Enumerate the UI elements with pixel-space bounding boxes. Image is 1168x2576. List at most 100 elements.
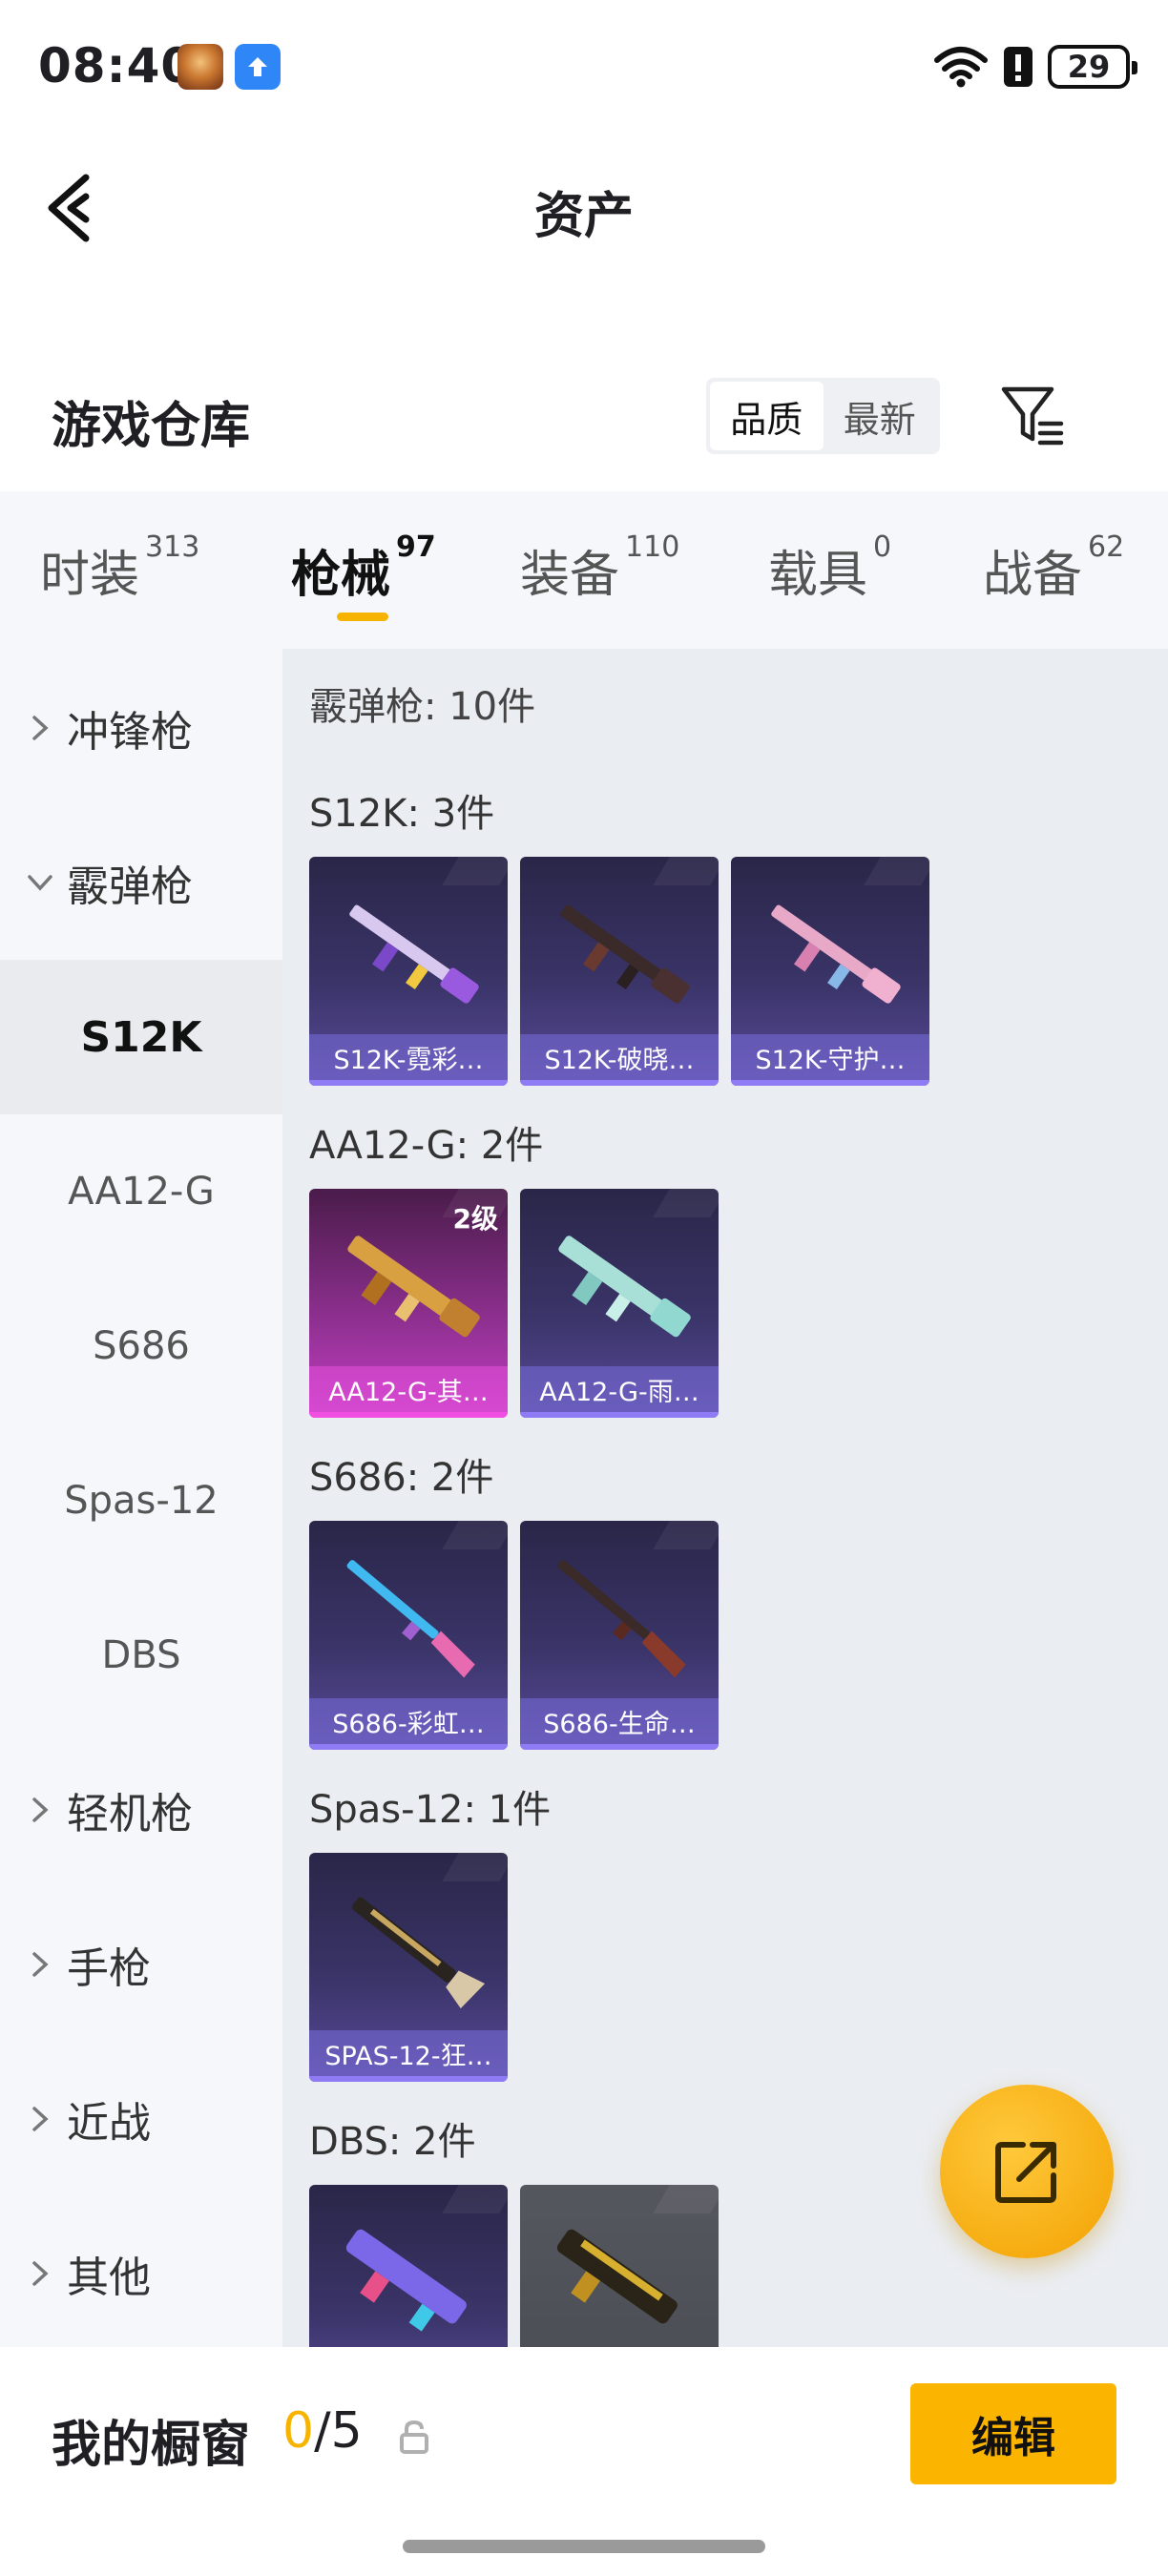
lock-icon	[400, 2420, 428, 2454]
tab-fashion[interactable]: 时装 313	[40, 530, 199, 606]
sidebar-item-label: 霰弹枪	[67, 862, 193, 911]
group-title: S12K: 3件	[309, 792, 495, 836]
weapon-skin-card[interactable]: SPAS-12-狂…	[309, 1853, 508, 2082]
sidebar-subitem-s12k[interactable]: S12K	[0, 960, 282, 1114]
rifle-icon	[771, 904, 901, 1004]
weapon-skin-name: S12K-破晓…	[520, 1034, 719, 1080]
chevron-down-icon	[0, 873, 67, 892]
status-time: 08:40	[38, 38, 196, 93]
chevron-right-icon	[0, 1796, 67, 1824]
weapon-skin-card[interactable]: S12K-霓彩…	[309, 857, 508, 1086]
tab-firearms[interactable]: 枪械 97	[291, 530, 436, 606]
sidebar-subitem-aa12g[interactable]: AA12-G	[0, 1114, 282, 1269]
tab-label: 装备	[520, 547, 620, 604]
sidebar-item-label: 手枪	[67, 1944, 151, 1993]
weapon-skin-name: AA12-G-其…	[309, 1366, 508, 1412]
edit-button[interactable]: 编辑	[910, 2383, 1116, 2484]
sidebar-item-label: 轻机枪	[67, 1790, 193, 1839]
sidebar-subitem-dbs[interactable]: DBS	[0, 1578, 282, 1733]
tab-count: 62	[1088, 530, 1125, 564]
shotgun-icon	[557, 1560, 686, 1678]
share-external-icon	[995, 2142, 1056, 2203]
tab-vehicles[interactable]: 载具 0	[768, 530, 891, 606]
rifle-icon	[558, 1236, 691, 1338]
weapon-skin-name: S686-彩虹…	[309, 1698, 508, 1744]
page-title: 资产	[533, 188, 634, 245]
game-app-icon	[177, 44, 223, 90]
tab-label: 时装	[40, 547, 140, 604]
weapon-skin-name: AA12-G-雨…	[520, 1366, 719, 1412]
weapon-skin-card[interactable]	[309, 2185, 508, 2347]
weapon-skin-card[interactable]	[520, 2185, 719, 2347]
battery-indicator: 29	[1048, 45, 1137, 89]
sidebar-item-label: 冲锋枪	[67, 708, 193, 757]
sidebar-item-pistol[interactable]: 手枪	[0, 1887, 282, 2042]
category-tabs: 时装 313 枪械 97 装备 110 载具 0 战备 62	[0, 491, 1168, 649]
warehouse-title: 游戏仓库	[52, 398, 251, 455]
showcase-total: /5	[314, 2402, 363, 2460]
weapon-skin-card[interactable]: S686-彩虹…	[309, 1521, 508, 1750]
shotgun-icon	[556, 2229, 678, 2324]
sidebar-item-label: 其他	[67, 2254, 151, 2302]
sidebar-item-smg[interactable]: 冲锋枪	[0, 651, 282, 805]
status-bar: 08:40 29	[0, 0, 1168, 134]
active-tab-indicator	[337, 613, 388, 621]
home-indicator[interactable]	[403, 2540, 765, 2553]
weapon-skin-card[interactable]: S12K-破晓…	[520, 857, 719, 1086]
weapon-skin-name: S12K-守护…	[731, 1034, 929, 1080]
showcase-current-count: 0	[282, 2402, 315, 2460]
filter-icon	[1001, 386, 1064, 446]
tab-count: 313	[145, 530, 200, 564]
rifle-icon	[349, 904, 479, 1004]
tab-count: 97	[396, 530, 436, 564]
tab-count: 0	[873, 530, 892, 564]
chevron-right-icon	[0, 2259, 67, 2288]
top-nav-bar: 资产	[0, 134, 1168, 277]
category-summary: 霰弹枪: 10件	[309, 685, 536, 729]
sort-by-newest-button[interactable]: 最新	[824, 382, 937, 450]
group-title: S686: 2件	[309, 1456, 494, 1500]
weapon-skin-name: S686-生命…	[520, 1698, 719, 1744]
sidebar-item-melee[interactable]: 近战	[0, 2042, 282, 2196]
chevron-right-icon	[0, 1950, 67, 1979]
weapon-type-sidebar: 冲锋枪 霰弹枪 S12K AA12-G S686 Spas-12 DBS 轻机枪…	[0, 649, 282, 2347]
shotgun-icon	[346, 1560, 475, 1678]
weapon-skin-card[interactable]: S12K-守护…	[731, 857, 929, 1086]
weapon-skin-card[interactable]: AA12-G-雨…	[520, 1189, 719, 1418]
showcase-title: 我的橱窗	[52, 2417, 251, 2474]
sort-toggle: 品质 最新	[706, 378, 940, 454]
shotgun-icon	[351, 1897, 486, 2009]
status-icons: 29	[933, 42, 1137, 92]
tab-label: 载具	[768, 547, 868, 604]
rifle-icon	[347, 1236, 480, 1338]
chevron-right-icon	[0, 714, 67, 742]
weapon-skin-card[interactable]: S686-生命…	[520, 1521, 719, 1750]
tab-label: 枪械	[291, 547, 391, 604]
tab-label: 战备	[983, 547, 1083, 604]
sidebar-item-label: 近战	[67, 2099, 151, 2148]
tab-tactical-gear[interactable]: 战备 62	[983, 530, 1124, 606]
sidebar-subitem-spas12[interactable]: Spas-12	[0, 1423, 282, 1578]
group-title: DBS: 2件	[309, 2120, 476, 2164]
sidebar-item-shotgun[interactable]: 霰弹枪	[0, 805, 282, 960]
warehouse-header: 游戏仓库 品质 最新	[0, 363, 1168, 487]
upload-app-icon	[235, 44, 281, 90]
chevron-right-icon	[0, 2105, 67, 2133]
shotgun-icon	[345, 2229, 467, 2332]
group-title: Spas-12: 1件	[309, 1788, 552, 1832]
weapon-skin-card[interactable]: 2级 AA12-G-其…	[309, 1189, 508, 1418]
sidebar-item-other[interactable]: 其他	[0, 2196, 282, 2351]
weapon-skin-name: S12K-霓彩…	[309, 1034, 508, 1080]
share-button[interactable]	[940, 2085, 1114, 2258]
group-title: AA12-G: 2件	[309, 1124, 544, 1168]
alert-icon	[1004, 47, 1032, 87]
sort-by-quality-button[interactable]: 品质	[710, 382, 824, 450]
tab-count: 110	[625, 530, 680, 564]
filter-button[interactable]	[1000, 384, 1065, 448]
sidebar-subitem-s686[interactable]: S686	[0, 1269, 282, 1423]
weapon-skin-name: SPAS-12-狂…	[309, 2030, 508, 2076]
rifle-icon	[560, 904, 690, 1004]
sidebar-item-lmg[interactable]: 轻机枪	[0, 1733, 282, 1887]
tab-equipment[interactable]: 装备 110	[520, 530, 679, 606]
wifi-icon	[934, 47, 988, 88]
